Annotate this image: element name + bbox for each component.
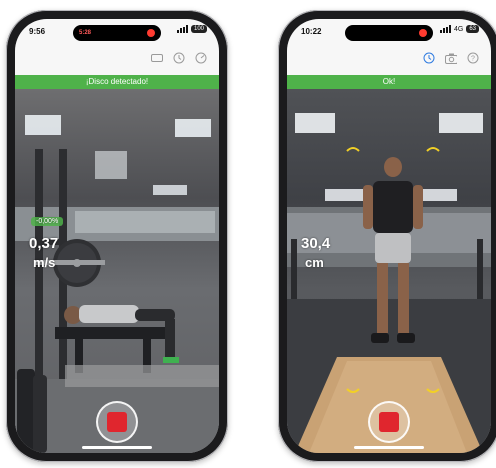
stop-icon [107,412,127,432]
recording-timer: 5:28 [79,30,92,36]
network-label: 4G [453,25,464,33]
home-indicator [354,446,424,449]
dynamic-island [345,25,433,41]
toolbar: ? [287,45,491,71]
status-icons: 4G 63 [439,25,479,33]
signal-icon [439,25,451,33]
percent-badge: -0,00% [31,217,64,226]
dynamic-island: 5:28 [73,25,161,41]
speed-icon[interactable] [195,52,207,64]
history-icon[interactable] [423,52,435,64]
distance-value: 30,4 [301,235,331,252]
camera-view: -0,00% 0,37 m/s [15,89,219,453]
gym-scene-bench [15,115,219,453]
battery-outline-icon[interactable] [151,52,163,64]
stop-icon [379,412,399,432]
history-icon[interactable] [173,52,185,64]
status-time: 9:56 [29,26,46,36]
stop-recording-button[interactable] [368,401,410,443]
gym-scene-standing [287,113,491,453]
toolbar [15,45,219,71]
recording-dot-icon [147,29,155,37]
distance-unit: cm [305,255,324,270]
status-banner: Ok! [287,75,491,89]
help-icon[interactable]: ? [467,52,479,64]
velocity-value: 0,37 [29,235,59,252]
stop-recording-button[interactable] [96,401,138,443]
battery-icon: 63 [466,25,479,33]
svg-text:?: ? [471,56,475,63]
camera-view: 30,4 cm [287,89,491,453]
screen-right: 10:22 4G 63 ? Ok! 30,4 cm [287,19,491,453]
velocity-unit: m/s [33,255,56,270]
phone-right: 10:22 4G 63 ? Ok! 30,4 cm [278,10,496,462]
battery-icon: 100 [190,25,207,33]
home-indicator [82,446,152,449]
screen-left: 9:56 5:28 100 ¡Disco detectado! -0,00% 0… [15,19,219,453]
status-banner: ¡Disco detectado! [15,75,219,89]
phone-left: 9:56 5:28 100 ¡Disco detectado! -0,00% 0… [6,10,228,462]
recording-dot-icon [419,29,427,37]
status-icons: 100 [176,25,207,33]
signal-icon [176,25,188,33]
camera-icon[interactable] [445,52,457,64]
status-time: 10:22 [301,26,322,36]
